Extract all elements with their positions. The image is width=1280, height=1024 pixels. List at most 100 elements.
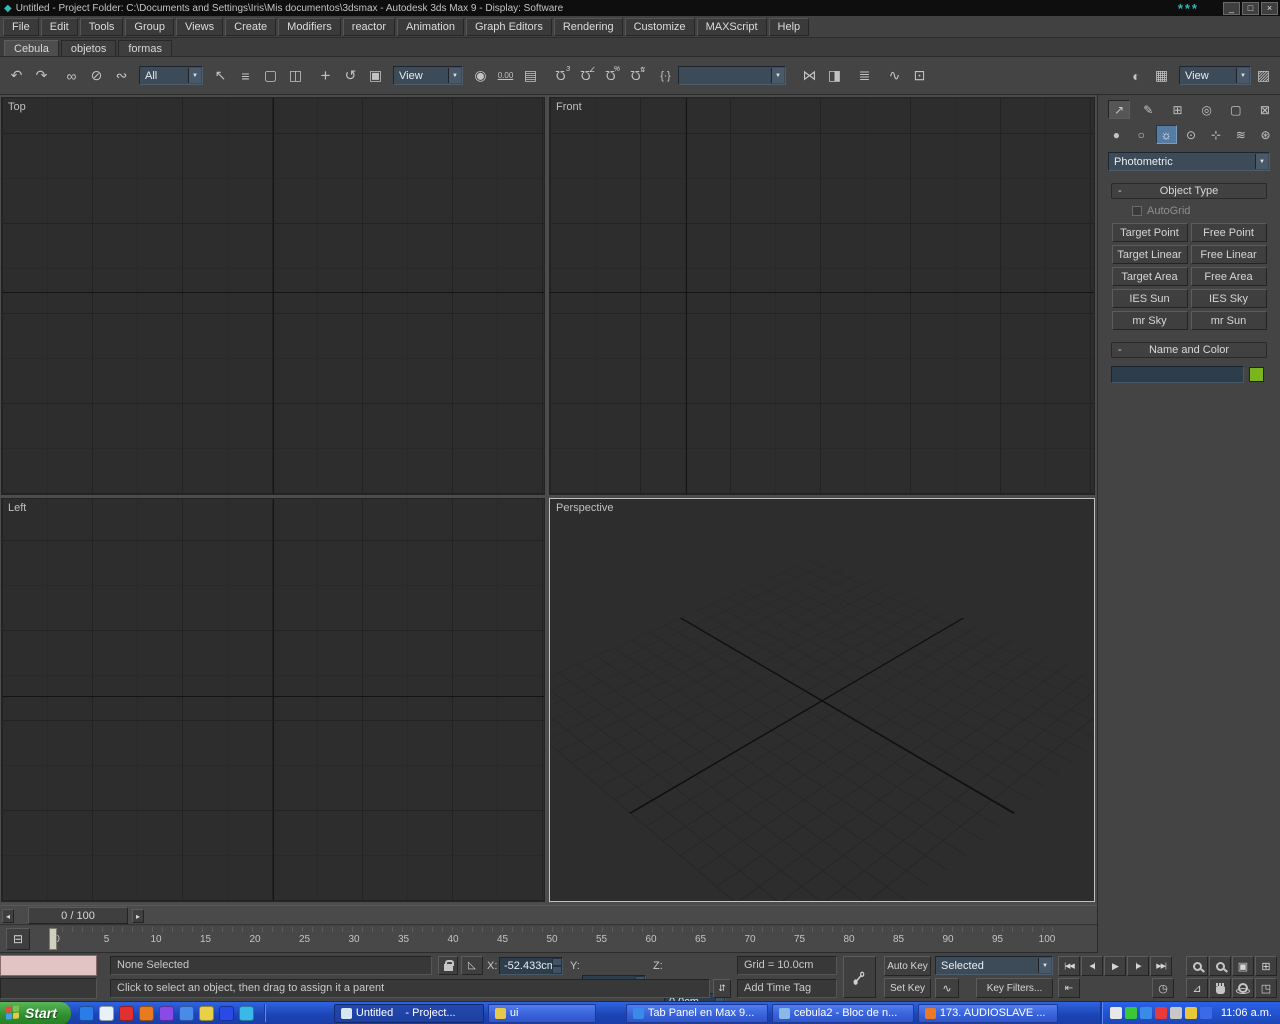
modify-tab[interactable]: ✎: [1137, 100, 1159, 119]
layer-manager-button[interactable]: ≣: [852, 63, 877, 88]
tray-icon-3[interactable]: [1139, 1007, 1152, 1019]
task-button-audioslave[interactable]: 173. AUDIOSLAVE ...: [917, 1003, 1058, 1023]
quick-launch-icon-5[interactable]: [158, 1005, 174, 1021]
maximize-button[interactable]: □: [1242, 1, 1259, 15]
viewport-perspective[interactable]: Perspective: [549, 498, 1095, 902]
menu-customize[interactable]: Customize: [624, 17, 695, 36]
zoom-all-button[interactable]: [1209, 956, 1231, 976]
free-area-button[interactable]: Free Area: [1190, 267, 1267, 286]
menu-maxscript[interactable]: MAXScript: [696, 17, 767, 36]
selection-lock-toggle[interactable]: [438, 956, 458, 975]
menu-rendering[interactable]: Rendering: [553, 17, 623, 36]
zoom-button[interactable]: [1186, 956, 1208, 976]
hierarchy-tab[interactable]: ⊞: [1166, 100, 1188, 119]
select-and-move-button[interactable]: +: [313, 63, 338, 88]
select-and-manipulate-button[interactable]: 0.00: [493, 63, 518, 88]
close-button[interactable]: ×: [1261, 1, 1278, 15]
keyboard-shortcut-override-toggle[interactable]: ▤: [518, 63, 543, 88]
quick-launch-icon-4[interactable]: [138, 1005, 154, 1021]
material-editor-button[interactable]: ◐: [1124, 63, 1149, 88]
geometry-category-button[interactable]: ●: [1106, 125, 1127, 144]
object-color-swatch[interactable]: [1249, 367, 1264, 382]
chevron-down-icon[interactable]: ▼: [771, 68, 784, 83]
zoom-extents-button[interactable]: ▣: [1232, 956, 1254, 976]
bind-to-space-warp-button[interactable]: ∾: [109, 63, 134, 88]
edit-named-selection-sets-button[interactable]: {∙}: [653, 63, 678, 88]
motion-tab[interactable]: ◎: [1196, 100, 1218, 119]
utilities-tab[interactable]: ⊠: [1254, 100, 1276, 119]
start-button[interactable]: Start: [0, 1001, 71, 1024]
quick-launch-icon-1[interactable]: [78, 1005, 94, 1021]
time-slider-handle[interactable]: 0 / 100: [28, 907, 128, 924]
autogrid-checkbox[interactable]: [1132, 206, 1142, 216]
key-mode-dropdown[interactable]: Selected ▼: [935, 956, 1053, 975]
mr-sky-button[interactable]: mr Sky: [1111, 311, 1188, 330]
taskbar-clock[interactable]: 11:06 a.m.: [1221, 1007, 1272, 1019]
quick-launch-icon-3[interactable]: [118, 1005, 134, 1021]
chevron-down-icon[interactable]: ▼: [1038, 958, 1051, 973]
lights-category-button[interactable]: ☼: [1155, 125, 1177, 144]
menu-tools[interactable]: Tools: [79, 17, 124, 36]
prompt-expand-button[interactable]: ⇵: [713, 979, 731, 998]
current-frame-marker[interactable]: [49, 928, 57, 950]
menu-file[interactable]: File: [3, 17, 39, 36]
chevron-down-icon[interactable]: ▼: [1255, 154, 1268, 169]
redo-button[interactable]: ↷: [29, 63, 54, 88]
reference-coordinate-system-dropdown[interactable]: View ▼: [393, 66, 463, 85]
unlink-selection-button[interactable]: ⊘: [84, 63, 109, 88]
tray-icon-4[interactable]: [1154, 1007, 1167, 1019]
viewport-label-top[interactable]: Top: [8, 101, 26, 113]
target-point-button[interactable]: Target Point: [1111, 223, 1188, 242]
tray-icon-1[interactable]: [1109, 1007, 1122, 1019]
task-button-notepad[interactable]: cebula2 - Bloc de n...: [771, 1003, 914, 1023]
set-keys-button[interactable]: ⊶: [843, 956, 876, 998]
play-button[interactable]: ▶: [1104, 956, 1126, 976]
chevron-down-icon[interactable]: ▼: [188, 68, 201, 83]
task-button-tab-panel[interactable]: Tab Panel en Max 9...: [625, 1003, 768, 1023]
quick-launch-icon-2[interactable]: [98, 1005, 114, 1021]
viewport-label-left[interactable]: Left: [8, 502, 26, 514]
name-and-color-rollout-header[interactable]: - Name and Color: [1111, 342, 1267, 358]
helpers-category-button[interactable]: ⊹: [1206, 125, 1227, 144]
time-configuration-button[interactable]: ◷: [1152, 978, 1174, 998]
menu-graph-editors[interactable]: Graph Editors: [465, 17, 552, 36]
tab-formas[interactable]: formas: [118, 40, 172, 56]
tray-icon-6[interactable]: [1184, 1007, 1197, 1019]
track-bar[interactable]: ⊟ 0 5 10 15 20 25 30 35 40 45 50 55 60 65 70 75 80 85 90 95…: [0, 926, 1097, 953]
time-slider-left-arrow[interactable]: ◂: [2, 909, 14, 923]
target-area-button[interactable]: Target Area: [1111, 267, 1188, 286]
angle-snap-toggle[interactable]: Ω ∠: [573, 63, 598, 88]
snaps-toggle-3d[interactable]: Ω3: [548, 63, 573, 88]
select-and-scale-button[interactable]: ▣: [363, 63, 388, 88]
add-time-tag[interactable]: Add Time Tag: [737, 979, 837, 998]
systems-category-button[interactable]: ⊛: [1255, 125, 1276, 144]
minimize-button[interactable]: _: [1223, 1, 1240, 15]
go-to-end-button[interactable]: ▶▶|: [1150, 956, 1172, 976]
quick-launch-icon-6[interactable]: [178, 1005, 194, 1021]
rectangular-selection-region-button[interactable]: ▢: [258, 63, 283, 88]
quick-render-button[interactable]: ▨: [1251, 63, 1276, 88]
menu-edit[interactable]: Edit: [40, 17, 78, 36]
set-key-button[interactable]: Set Key: [884, 978, 931, 998]
undo-button[interactable]: ↶: [4, 63, 29, 88]
tab-objetos[interactable]: objetos: [60, 40, 117, 56]
space-warps-category-button[interactable]: ≋: [1230, 125, 1251, 144]
maxscript-mini-listener-line[interactable]: [0, 978, 97, 999]
auto-key-button[interactable]: Auto Key: [884, 956, 931, 976]
pan-button[interactable]: [1209, 978, 1231, 998]
tray-icon-5[interactable]: [1169, 1007, 1182, 1019]
light-type-dropdown[interactable]: Photometric ▼: [1108, 152, 1270, 171]
shapes-category-button[interactable]: ○: [1131, 125, 1152, 144]
align-button[interactable]: ◨: [822, 63, 847, 88]
select-and-link-button[interactable]: ∞: [59, 63, 84, 88]
object-name-input[interactable]: [1111, 366, 1244, 383]
min-max-toggle-button[interactable]: ◳: [1255, 978, 1277, 998]
viewport-label-perspective[interactable]: Perspective: [556, 502, 613, 514]
x-coordinate-field[interactable]: -52.433cm: [499, 957, 563, 975]
render-scene-button[interactable]: ▦: [1149, 63, 1174, 88]
object-type-rollout-header[interactable]: - Object Type: [1111, 183, 1267, 199]
quick-launch-icon-9[interactable]: [238, 1005, 254, 1021]
zoom-extents-all-button[interactable]: ⊞: [1255, 956, 1277, 976]
viewport-left[interactable]: Left: [1, 498, 545, 902]
selection-filter-dropdown[interactable]: All ▼: [139, 66, 203, 85]
